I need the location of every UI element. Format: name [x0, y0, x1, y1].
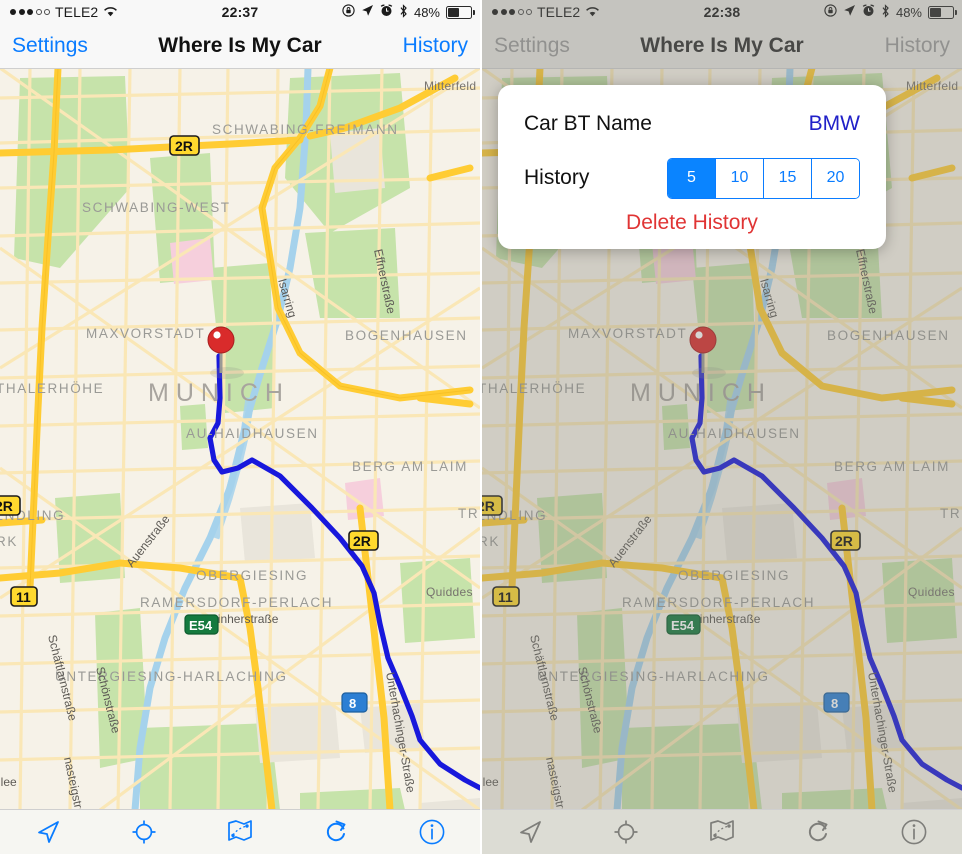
map-label-district: AU-HAIDHAUSEN — [186, 426, 319, 441]
status-right-group: 48% — [342, 3, 475, 21]
svg-text:MUNICH: MUNICH — [630, 379, 772, 407]
map-label-district: OBERGIESING — [196, 568, 308, 583]
svg-text:E54: E54 — [671, 618, 695, 633]
car-bt-name-value[interactable]: BMW — [809, 112, 860, 136]
map-label-district: BOGENHAUSEN — [345, 328, 468, 343]
location-arrow-icon — [843, 4, 856, 20]
history-row: History 5 10 15 20 — [498, 151, 886, 205]
svg-text:2R: 2R — [353, 533, 371, 549]
svg-text:2R: 2R — [835, 533, 853, 549]
panel-left: TELE2 22:37 48% Settings Where Is My Car… — [0, 0, 480, 854]
bottom-toolbar — [0, 809, 480, 854]
bottom-toolbar — [482, 809, 962, 854]
status-bar: TELE2 22:37 48% — [0, 0, 480, 24]
map-label-district: RK — [0, 534, 18, 549]
map-label-district: RAMERSDORF-PERLACH — [140, 595, 333, 610]
car-bt-name-label: Car BT Name — [524, 112, 652, 135]
map-route-icon[interactable] — [700, 816, 744, 848]
map-label-district: THALERHÖHE — [0, 381, 104, 396]
screenshot-stage: TELE2 22:37 48% Settings Where Is My Car… — [0, 0, 962, 854]
car-location-pin — [207, 326, 235, 354]
svg-text:11: 11 — [16, 589, 31, 605]
panel-divider — [480, 0, 482, 854]
map-label-district: BERG AM LAIM — [352, 459, 468, 474]
history-button[interactable]: History — [885, 34, 950, 58]
car-bt-name-row[interactable]: Car BT Name BMW — [498, 97, 886, 151]
svg-text:11: 11 — [498, 589, 513, 605]
delete-history-button[interactable]: Delete History — [498, 205, 886, 235]
svg-text:llee: llee — [482, 775, 499, 789]
battery-icon — [446, 5, 475, 19]
svg-text:2R: 2R — [0, 498, 13, 514]
battery-icon — [928, 5, 957, 19]
status-bar: TELE2 22:38 48% — [482, 0, 962, 24]
svg-text:RK: RK — [482, 534, 500, 549]
crosshair-target-icon[interactable] — [122, 816, 166, 848]
navigation-bar: Settings Where Is My Car History — [0, 24, 480, 69]
location-arrow-icon — [361, 4, 374, 20]
map-label-district: TR — [458, 506, 479, 521]
navigate-arrow-icon[interactable] — [26, 816, 70, 848]
map-shield: E54 — [184, 614, 219, 635]
map-route-icon[interactable] — [218, 816, 262, 848]
svg-text:BERG AM LAIM: BERG AM LAIM — [834, 459, 950, 474]
svg-text:MAXVORSTADT: MAXVORSTADT — [568, 326, 687, 341]
info-icon[interactable] — [410, 816, 454, 848]
svg-text:TR: TR — [940, 506, 961, 521]
history-segmented-control[interactable]: 5 10 15 20 — [667, 157, 860, 199]
bluetooth-icon — [881, 3, 890, 21]
map-label-district: UNTERGIESING-HARLACHING — [55, 669, 288, 684]
history-option-20[interactable]: 20 — [812, 158, 859, 198]
map-label-place: Mitterfeld — [424, 79, 476, 93]
rotation-lock-icon — [824, 4, 837, 20]
svg-text:AU-HAIDHAUSEN: AU-HAIDHAUSEN — [668, 426, 801, 441]
map-shield: 2R — [348, 530, 379, 551]
map-shield: 11 — [10, 586, 38, 607]
history-button[interactable]: History — [403, 34, 468, 58]
bluetooth-icon — [399, 3, 408, 21]
navigation-bar: Settings Where Is My Car History — [482, 24, 962, 69]
rotation-lock-icon — [342, 4, 355, 20]
map-view[interactable]: SCHWABING-FREIMANN SCHWABING-WEST MAXVOR… — [0, 68, 480, 810]
map-label-district: MAXVORSTADT — [86, 326, 205, 341]
svg-text:RAMERSDORF-PERLACH: RAMERSDORF-PERLACH — [622, 595, 815, 610]
map-label-district: SCHWABING-WEST — [82, 200, 231, 215]
svg-text:UNTERGIESING-HARLACHING: UNTERGIESING-HARLACHING — [537, 669, 770, 684]
battery-percent-label: 48% — [895, 4, 922, 20]
svg-text:OBERGIESING: OBERGIESING — [678, 568, 790, 583]
history-option-10[interactable]: 10 — [716, 158, 764, 198]
map-shield: 8 — [341, 692, 368, 713]
svg-text:E54: E54 — [189, 618, 213, 633]
svg-text:BOGENHAUSEN: BOGENHAUSEN — [827, 328, 950, 343]
svg-text:8: 8 — [349, 696, 356, 711]
crosshair-target-icon[interactable] — [604, 816, 648, 848]
svg-text:2R: 2R — [175, 138, 193, 154]
map-label-place: Quiddes — [426, 585, 473, 599]
settings-popover: Car BT Name BMW History 5 10 15 20 Delet… — [498, 85, 886, 249]
map-label-district: SCHWABING-FREIMANN — [212, 122, 399, 137]
map-shield: 2R — [169, 135, 200, 156]
battery-percent-label: 48% — [413, 4, 440, 20]
svg-text:Quiddes: Quiddes — [908, 585, 955, 599]
navigate-arrow-icon[interactable] — [508, 816, 552, 848]
map-label-street: llee — [0, 775, 17, 789]
history-option-5[interactable]: 5 — [668, 158, 716, 198]
svg-text:8: 8 — [831, 696, 838, 711]
history-label: History — [524, 166, 590, 189]
svg-text:Mitterfeld: Mitterfeld — [906, 79, 958, 93]
svg-text:2R: 2R — [482, 498, 495, 514]
svg-text:THALERHÖHE: THALERHÖHE — [482, 381, 586, 396]
alarm-clock-icon — [862, 4, 875, 20]
map-label-city: MUNICH — [148, 379, 290, 407]
status-right-group: 48% — [824, 3, 957, 21]
panel-right: TELE2 22:38 48% Settings Where Is My Car… — [482, 0, 962, 854]
history-option-15[interactable]: 15 — [764, 158, 812, 198]
refresh-icon[interactable] — [796, 816, 840, 848]
alarm-clock-icon — [380, 4, 393, 20]
refresh-icon[interactable] — [314, 816, 358, 848]
map-shield: 2R — [0, 495, 21, 516]
info-icon[interactable] — [892, 816, 936, 848]
